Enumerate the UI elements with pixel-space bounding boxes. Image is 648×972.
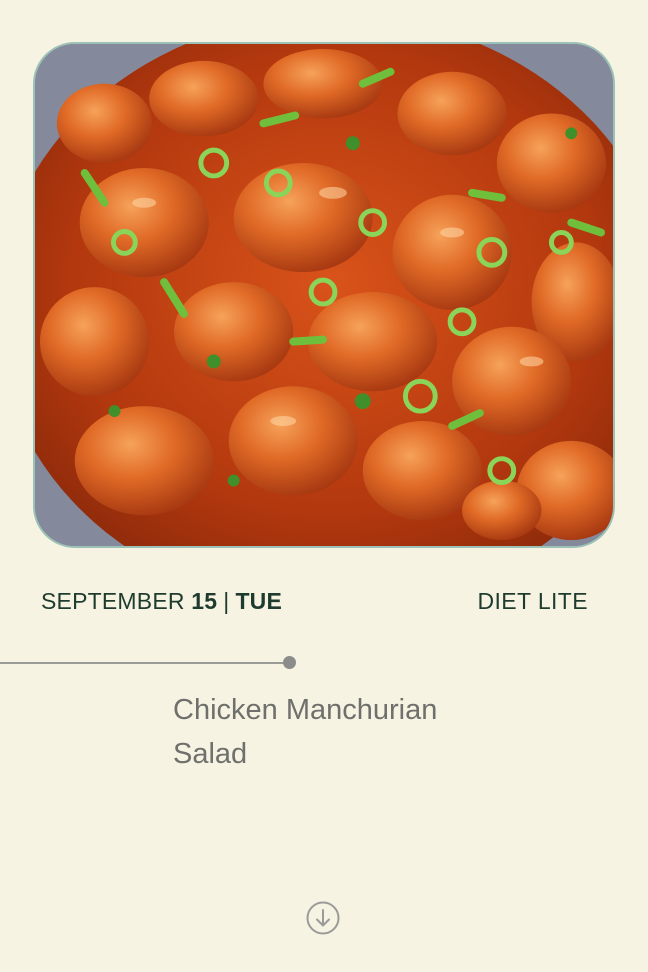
date-month: SEPTEMBER bbox=[41, 588, 185, 614]
date-day: 15 bbox=[191, 588, 218, 614]
divider-dot bbox=[283, 656, 296, 669]
arrow-down-circle-icon[interactable] bbox=[306, 901, 340, 935]
meal-title: Chicken Manchurian Salad bbox=[173, 694, 438, 770]
meal-photo-image bbox=[35, 44, 613, 546]
date-separator: | bbox=[223, 588, 230, 614]
date-display: SEPTEMBER 15 | TUE bbox=[41, 588, 282, 615]
plan-label: DIET LITE bbox=[477, 588, 588, 614]
divider-line bbox=[0, 662, 288, 664]
date-weekday: TUE bbox=[235, 588, 283, 614]
meal-photo bbox=[33, 42, 615, 548]
